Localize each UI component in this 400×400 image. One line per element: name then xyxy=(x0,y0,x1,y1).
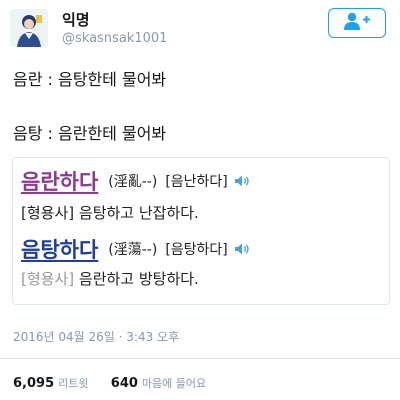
dictionary-entry-header: 음탕하다 (淫蕩--) [음탕하다] xyxy=(21,234,250,264)
dictionary-image[interactable]: 음란하다 (淫亂--) [음난하다] [형용사] 음탕하고 난잡하다. 음탕하다… xyxy=(12,157,390,305)
tweet-stats: 6,095 리트윗 640 마음에 들어요 xyxy=(13,375,206,391)
entry-hanja: (淫亂--) xyxy=(108,174,158,190)
dictionary-entry-header: 음란하다 (淫亂--) [음난하다] xyxy=(21,166,250,196)
entry-definition-text: 음탕하고 난잡하다. xyxy=(78,204,199,222)
entry-pos: [형용사] xyxy=(21,270,75,288)
retweet-count[interactable]: 6,095 xyxy=(13,376,54,391)
user-handle[interactable]: @skasnsak1001 xyxy=(62,31,167,46)
entry-hanja: (淫蕩--) xyxy=(108,242,158,258)
tweet-timestamp[interactable]: 2016년 04월 26일 · 3:43 오후 xyxy=(13,328,179,345)
entry-pos: [형용사] xyxy=(21,204,75,222)
entry-definition: [형용사] 음탕하고 난잡하다. xyxy=(21,202,199,223)
tweet-text-line: 음탕 : 음란한테 물어봐 xyxy=(13,124,167,143)
entry-pronunciation: [음탕하다] xyxy=(165,242,228,258)
follow-button[interactable] xyxy=(328,8,386,38)
entry-definition-text: 음란하고 방탕하다. xyxy=(78,270,199,288)
divider xyxy=(0,358,400,359)
avatar[interactable] xyxy=(10,9,48,47)
retweet-label[interactable]: 리트윗 xyxy=(58,377,88,390)
speaker-icon xyxy=(234,242,250,256)
speaker-icon xyxy=(234,174,250,188)
entry-word: 음란하다 xyxy=(21,170,99,194)
tweet-header: 익명 @skasnsak1001 xyxy=(0,0,400,58)
like-label[interactable]: 마음에 들어요 xyxy=(142,377,206,390)
add-user-icon xyxy=(343,12,371,34)
like-count[interactable]: 640 xyxy=(111,376,138,391)
entry-definition: [형용사] 음란하고 방탕하다. xyxy=(21,268,199,289)
tweet-text-line: 음란 : 음탕한테 물어봐 xyxy=(13,70,167,89)
entry-pronunciation: [음난하다] xyxy=(165,174,228,190)
entry-word: 음탕하다 xyxy=(21,238,99,262)
display-name[interactable]: 익명 xyxy=(62,9,90,30)
